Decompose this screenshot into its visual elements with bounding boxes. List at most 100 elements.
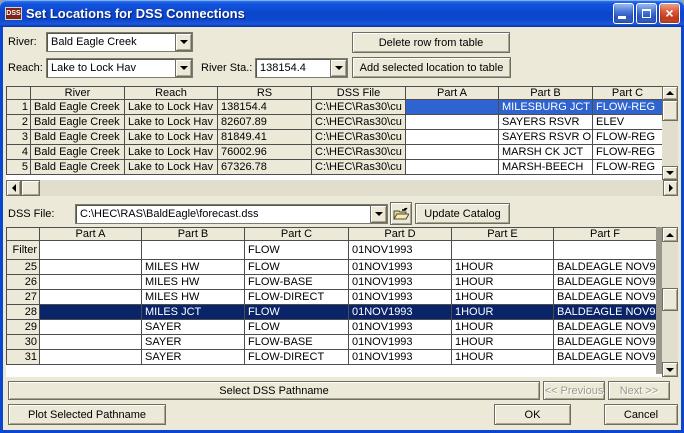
cell-part-b[interactable]: MILES HW: [142, 290, 245, 305]
cell-rownum[interactable]: 1: [7, 100, 31, 115]
cell-part-a[interactable]: [406, 145, 499, 160]
cell-part-c[interactable]: FLOW-DIRECT: [245, 350, 349, 365]
cell-part-c[interactable]: FLOW-BASE: [245, 335, 349, 350]
river-select-arrow-button[interactable]: [175, 33, 192, 51]
cell-part-c[interactable]: FLOW-DIRECT: [245, 290, 349, 305]
cell-part-e[interactable]: 1HOUR: [452, 290, 554, 305]
cell-part-f[interactable]: BALDEAGLE NOV93: [554, 275, 657, 290]
scroll-up-button[interactable]: [662, 227, 678, 242]
open-dss-file-button[interactable]: [390, 202, 412, 225]
cell-rownum[interactable]: 4: [7, 145, 31, 160]
cell-reach[interactable]: Lake to Lock Hav: [125, 145, 218, 160]
cell-part-f[interactable]: BALDEAGLE NOV93: [554, 320, 657, 335]
cell-part-a[interactable]: [406, 130, 499, 145]
cell-reach[interactable]: Lake to Lock Hav: [125, 130, 218, 145]
river-select[interactable]: Bald Eagle Creek: [46, 32, 193, 52]
cell-rs[interactable]: 81849.41: [218, 130, 312, 145]
scroll-down-button[interactable]: [662, 362, 678, 377]
plot-selected-pathname-button[interactable]: Plot Selected Pathname: [8, 404, 166, 425]
cell-part-a[interactable]: [406, 160, 499, 175]
scroll-right-button[interactable]: [663, 180, 678, 196]
cell-part-a[interactable]: [40, 335, 142, 350]
vscroll-thumb[interactable]: [662, 100, 678, 121]
cell-river[interactable]: Bald Eagle Creek: [31, 115, 125, 130]
cell-part-b[interactable]: MILES HW: [142, 275, 245, 290]
cell-part-b[interactable]: SAYERS RSVR O: [499, 130, 593, 145]
cell-part-d[interactable]: 01NOV1993: [349, 260, 452, 275]
cell-river[interactable]: Bald Eagle Creek: [31, 145, 125, 160]
cell-part-c[interactable]: FLOW: [245, 305, 349, 320]
cell-part-a[interactable]: [406, 100, 499, 115]
cell-part-a[interactable]: [40, 290, 142, 305]
cell-part-b[interactable]: SAYER: [142, 350, 245, 365]
cell-part-a[interactable]: [40, 275, 142, 290]
cell-dss-file[interactable]: C:\HEC\Ras30\cu: [312, 115, 406, 130]
cell-rs[interactable]: 76002.96: [218, 145, 312, 160]
cell-part-b[interactable]: MARSH-BEECH: [499, 160, 593, 175]
cell-part-e[interactable]: 1HOUR: [452, 335, 554, 350]
cell-rownum[interactable]: 2: [7, 115, 31, 130]
cell-part-b[interactable]: MARSH CK JCT: [499, 145, 593, 160]
cell-dss-file[interactable]: C:\HEC\Ras30\cu: [312, 145, 406, 160]
cell-part-e[interactable]: 1HOUR: [452, 275, 554, 290]
cell-part-c[interactable]: FLOW-REG: [593, 130, 663, 145]
update-catalog-button[interactable]: Update Catalog: [415, 203, 510, 224]
cell-part-a[interactable]: [40, 350, 142, 365]
cell-part-f[interactable]: BALDEAGLE NOV93: [554, 335, 657, 350]
cell-reach[interactable]: Lake to Lock Hav: [125, 160, 218, 175]
river-sta-select-arrow-button[interactable]: [330, 59, 347, 77]
cell-river[interactable]: Bald Eagle Creek: [31, 160, 125, 175]
cell-part-b[interactable]: SAYER: [142, 335, 245, 350]
cell-rownum[interactable]: 30: [7, 335, 40, 350]
dss-file-select[interactable]: C:\HEC\RAS\BaldEagle\forecast.dss: [75, 204, 388, 224]
scroll-up-button[interactable]: [662, 86, 678, 100]
cell-part-c[interactable]: FLOW: [245, 320, 349, 335]
cell-river[interactable]: Bald Eagle Creek: [31, 130, 125, 145]
cell-rownum[interactable]: 25: [7, 260, 40, 275]
cell-part-e[interactable]: 1HOUR: [452, 260, 554, 275]
filter-part-c[interactable]: FLOW: [245, 241, 349, 260]
cell-river[interactable]: Bald Eagle Creek: [31, 100, 125, 115]
cell-part-e[interactable]: 1HOUR: [452, 305, 554, 320]
cell-rownum[interactable]: 31: [7, 350, 40, 365]
cell-part-c[interactable]: FLOW-REG: [593, 160, 663, 175]
cell-part-f[interactable]: BALDEAGLE NOV93: [554, 290, 657, 305]
filter-part-b[interactable]: [142, 241, 245, 260]
reach-select[interactable]: Lake to Lock Hav: [46, 58, 193, 78]
cell-part-d[interactable]: 01NOV1993: [349, 290, 452, 305]
cell-rs[interactable]: 67326.78: [218, 160, 312, 175]
reach-select-arrow-button[interactable]: [175, 59, 192, 77]
cell-part-a[interactable]: [40, 305, 142, 320]
maximize-button[interactable]: [636, 3, 657, 24]
cell-part-f[interactable]: BALDEAGLE NOV93: [554, 305, 657, 320]
cell-part-b[interactable]: MILESBURG JCT: [499, 100, 593, 115]
locations-hscrollbar[interactable]: [6, 180, 678, 196]
cell-part-c[interactable]: ELEV: [593, 115, 663, 130]
cell-dss-file[interactable]: C:\HEC\Ras30\cu: [312, 130, 406, 145]
cell-part-a[interactable]: [40, 260, 142, 275]
cell-part-e[interactable]: 1HOUR: [452, 350, 554, 365]
ok-button[interactable]: OK: [494, 404, 571, 425]
cell-rownum[interactable]: 3: [7, 130, 31, 145]
cell-rownum[interactable]: 28: [7, 305, 40, 320]
cell-part-c[interactable]: FLOW-REG: [593, 145, 663, 160]
cell-part-d[interactable]: 01NOV1993: [349, 335, 452, 350]
cell-reach[interactable]: Lake to Lock Hav: [125, 100, 218, 115]
cell-reach[interactable]: Lake to Lock Hav: [125, 115, 218, 130]
cell-dss-file[interactable]: C:\HEC\Ras30\cu: [312, 100, 406, 115]
cell-part-c[interactable]: FLOW-BASE: [245, 275, 349, 290]
cell-part-f[interactable]: BALDEAGLE NOV93: [554, 260, 657, 275]
locations-vscrollbar[interactable]: [662, 86, 678, 180]
cell-part-d[interactable]: 01NOV1993: [349, 350, 452, 365]
cell-rownum[interactable]: 26: [7, 275, 40, 290]
cell-part-d[interactable]: 01NOV1993: [349, 275, 452, 290]
cell-part-a[interactable]: [406, 115, 499, 130]
cell-rownum[interactable]: 29: [7, 320, 40, 335]
cell-part-e[interactable]: 1HOUR: [452, 320, 554, 335]
cell-part-d[interactable]: 01NOV1993: [349, 305, 452, 320]
cell-part-b[interactable]: MILES JCT: [142, 305, 245, 320]
cell-part-a[interactable]: [40, 320, 142, 335]
cell-rownum[interactable]: 27: [7, 290, 40, 305]
close-button[interactable]: ×: [659, 3, 680, 24]
vscroll-thumb[interactable]: [662, 288, 678, 311]
